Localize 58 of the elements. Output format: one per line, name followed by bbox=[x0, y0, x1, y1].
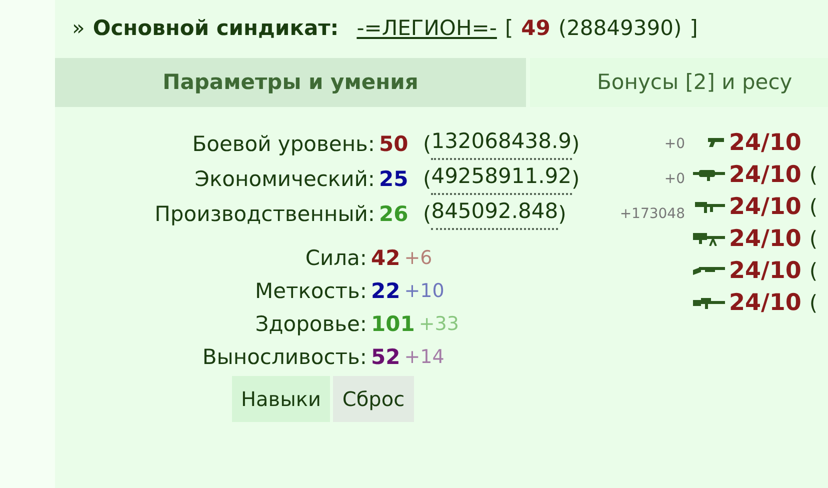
stat-value: 25 bbox=[378, 166, 410, 193]
attribute-label: Здоровье: bbox=[254, 310, 367, 338]
bullet-icon: » bbox=[72, 13, 85, 45]
bonus-value: +173048 bbox=[618, 205, 685, 224]
attribute-bonus: +6 bbox=[403, 246, 432, 272]
close-bracket: ] bbox=[690, 15, 698, 42]
open-paren: ( bbox=[423, 200, 432, 228]
ammo-count: 24/10 bbox=[729, 129, 802, 158]
ammo-count: 24/10 bbox=[729, 289, 802, 318]
stat-label: Производственный: bbox=[154, 200, 375, 228]
ammo-count: 24/10 bbox=[729, 225, 802, 254]
syndicate-level: 49 bbox=[521, 15, 550, 42]
open-paren: ( bbox=[423, 166, 432, 193]
close-paren: ) bbox=[572, 166, 580, 193]
open-paren: ( bbox=[808, 258, 818, 284]
rifle-icon bbox=[693, 296, 725, 310]
stat-value: 50 bbox=[378, 130, 410, 158]
reset-button[interactable]: Сброс bbox=[333, 376, 414, 422]
open-paren: ( bbox=[808, 290, 818, 316]
open-paren: ( bbox=[808, 226, 818, 252]
attribute-value: 52 bbox=[370, 344, 400, 371]
attribute-value: 101 bbox=[370, 310, 415, 338]
open-paren: ( bbox=[423, 130, 432, 158]
experience-points[interactable]: 49258911.92 bbox=[431, 164, 572, 196]
machine-gun-icon bbox=[693, 232, 725, 246]
stat-value: 26 bbox=[378, 200, 410, 228]
close-paren: ) bbox=[558, 200, 566, 228]
attribute-value: 42 bbox=[370, 244, 400, 272]
attribute-label: Меткость: bbox=[254, 278, 367, 305]
syndicate-link[interactable]: -=ЛЕГИОН=- bbox=[356, 13, 497, 45]
attribute-label: Выносливость: bbox=[201, 344, 367, 371]
ammo-count: 24/10 bbox=[729, 161, 802, 190]
tab[interactable]: Параметры и умения bbox=[55, 58, 526, 107]
bonus-value: +0 bbox=[663, 170, 685, 189]
stat-label: Боевой уровень: bbox=[191, 130, 375, 158]
attribute-bonus: +14 bbox=[403, 345, 444, 370]
close-paren: ) bbox=[572, 130, 580, 158]
syndicate-points: (28849390) bbox=[558, 15, 682, 42]
stat-label: Экономический: bbox=[194, 166, 375, 193]
ammo-count: 24/10 bbox=[729, 257, 802, 286]
attribute-bonus: +10 bbox=[403, 279, 444, 304]
smg-icon bbox=[695, 200, 725, 214]
launcher-icon bbox=[693, 168, 725, 182]
attribute-label: Сила: bbox=[304, 244, 367, 272]
open-bracket: [ bbox=[504, 15, 514, 42]
experience-points[interactable]: 132068438.9 bbox=[431, 128, 572, 160]
skills-button[interactable]: Навыки bbox=[232, 376, 330, 422]
tab[interactable]: Бонусы [2] и ресу bbox=[530, 58, 828, 107]
open-paren: ( bbox=[808, 162, 818, 188]
bonus-value: +0 bbox=[663, 135, 685, 154]
header-label: Основной синдикат: bbox=[92, 15, 339, 42]
attribute-bonus: +33 bbox=[418, 312, 459, 338]
ammo-count: 24/10 bbox=[729, 193, 802, 222]
attribute-value: 22 bbox=[370, 278, 400, 305]
experience-points[interactable]: 845092.848 bbox=[431, 198, 558, 230]
open-paren: ( bbox=[808, 194, 818, 220]
pistol-icon bbox=[707, 136, 725, 150]
shotgun-icon bbox=[693, 264, 725, 278]
